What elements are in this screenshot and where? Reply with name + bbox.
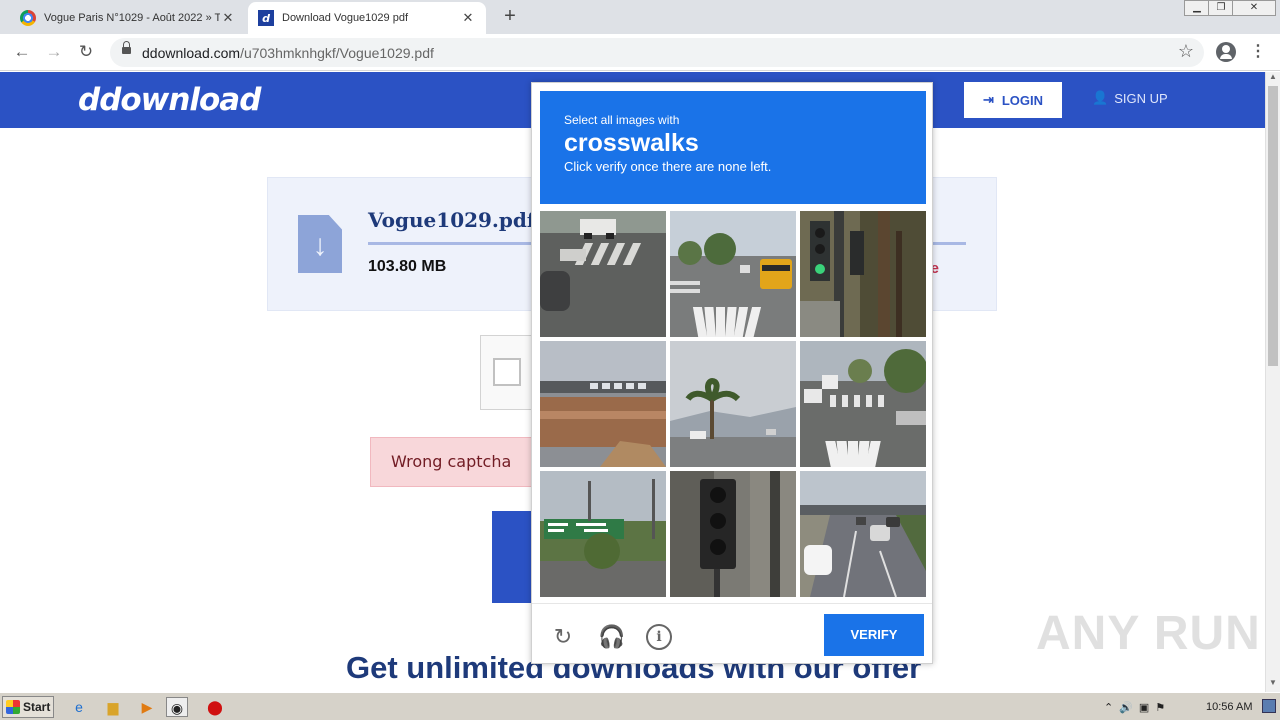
media-player-icon[interactable]: ▶ (136, 697, 158, 717)
profile-avatar-icon[interactable] (1216, 42, 1236, 62)
page-scrollbar[interactable]: ▲ ▼ (1265, 72, 1280, 692)
highway-sign-photo (540, 471, 666, 597)
captcha-tile-9[interactable] (800, 471, 926, 597)
back-button[interactable]: ← (10, 40, 34, 64)
tray-expand-icon[interactable]: ⌃ (1104, 701, 1113, 714)
error-alert: Wrong captcha (370, 437, 540, 487)
site-logo[interactable]: ddownload (78, 82, 261, 118)
tab-download-vogue[interactable]: d Download Vogue1029 pdf ✕ (248, 2, 486, 34)
explorer-folder-icon[interactable]: ▆ (102, 697, 124, 717)
captcha-tile-5[interactable] (670, 341, 796, 467)
traffic-light-photo (670, 471, 796, 597)
file-size: 103.80 MB (368, 258, 447, 275)
highway-traffic-photo (800, 471, 926, 597)
address-bar[interactable]: ddownload.com/u703hmknhgkf/Vogue1029.pdf… (110, 38, 1204, 67)
login-button[interactable]: ⇥ LOGIN (964, 82, 1062, 118)
close-window-button[interactable]: ✕ (1232, 0, 1276, 16)
captcha-tile-6[interactable] (800, 341, 926, 467)
show-desktop-icon[interactable] (1262, 699, 1276, 713)
signup-link[interactable]: 👤 SIGN UP (1092, 90, 1168, 106)
forward-button[interactable]: → (42, 40, 66, 64)
scroll-up-icon[interactable]: ▲ (1266, 72, 1280, 84)
add-user-icon: 👤 (1092, 90, 1109, 105)
file-download-icon (298, 215, 342, 273)
volume-icon[interactable]: 🔊 (1119, 701, 1133, 714)
reload-button[interactable]: ↻ (74, 40, 98, 64)
browser-toolbar: ← → ↻ ddownload.com/u703hmknhgkf/Vogue10… (0, 34, 1280, 71)
traffic-light-photo (800, 211, 926, 337)
windows-taskbar: Start e ▆ ▶ ◉ ⬤ ⌃ 🔊 ▣ ⚑ 10:56 AM (0, 692, 1280, 720)
url-path: /u703hmknhgkf/Vogue1029.pdf (240, 45, 434, 61)
scrollbar-thumb[interactable] (1268, 86, 1278, 366)
ie-icon[interactable]: e (68, 697, 90, 717)
login-icon: ⇥ (982, 92, 994, 107)
url-host: ddownload.com (142, 45, 241, 61)
ddownload-favicon-icon: d (258, 10, 274, 26)
opera-icon[interactable]: ⬤ (204, 697, 226, 717)
tab-title: Vogue Paris N°1029 - Août 2022 » Te (44, 12, 220, 24)
recaptcha-checkbox[interactable] (493, 358, 521, 386)
captcha-prompt: Select all images with (564, 113, 680, 127)
close-tab-icon[interactable]: ✕ (460, 10, 476, 26)
browser-tabstrip: Vogue Paris N°1029 - Août 2022 » Te ✕ d … (0, 0, 1280, 34)
chrome-icon (20, 10, 36, 26)
anyrun-watermark: ANY RUN (1036, 607, 1261, 660)
scroll-down-icon[interactable]: ▼ (1266, 678, 1280, 690)
url-text: ddownload.com/u703hmknhgkf/Vogue1029.pdf (142, 45, 434, 61)
minimize-button[interactable]: ▁ (1184, 0, 1210, 16)
captcha-challenge-dialog: Select all images with crosswalks Click … (531, 82, 933, 664)
close-tab-icon[interactable]: ✕ (220, 10, 236, 26)
login-label: LOGIN (1001, 92, 1044, 108)
info-icon[interactable]: i (646, 624, 672, 650)
network-icon[interactable]: ▣ (1139, 701, 1149, 714)
flag-icon[interactable]: ⚑ (1155, 701, 1165, 714)
clock: 10:56 AM (1206, 701, 1253, 713)
captcha-tile-1[interactable] (540, 211, 666, 337)
captcha-tile-2[interactable] (670, 211, 796, 337)
tab-vogue-paris[interactable]: Vogue Paris N°1029 - Août 2022 » Te ✕ (10, 2, 246, 34)
captcha-header: Select all images with crosswalks Click … (540, 91, 926, 204)
reload-challenge-icon[interactable]: ↻ (550, 624, 576, 650)
captcha-footer: ↻ 🎧 i VERIFY (532, 603, 932, 663)
bookmark-star-icon[interactable]: ☆ (1178, 41, 1194, 62)
captcha-tile-8[interactable] (670, 471, 796, 597)
signup-label: SIGN UP (1114, 90, 1168, 106)
parking-lot-photo (540, 341, 666, 467)
audio-challenge-icon[interactable]: 🎧 (598, 624, 625, 650)
crosswalk-photo (800, 341, 926, 467)
restore-button[interactable]: ❐ (1208, 0, 1234, 16)
captcha-instruction: Click verify once there are none left. (564, 159, 772, 174)
captcha-keyword: crosswalks (564, 129, 699, 157)
start-button[interactable]: Start (2, 696, 54, 718)
verify-button[interactable]: VERIFY (824, 614, 924, 656)
lock-icon (122, 41, 131, 58)
captcha-tile-7[interactable] (540, 471, 666, 597)
street-photo (670, 211, 796, 337)
captcha-tile-4[interactable] (540, 341, 666, 467)
chrome-taskbar-icon[interactable]: ◉ (166, 697, 188, 717)
system-tray: ⌃ 🔊 ▣ ⚑ (1104, 696, 1280, 718)
file-name: Vogue1029.pdf (368, 208, 536, 232)
menu-kebab-icon[interactable]: ⋮ (1250, 41, 1266, 63)
new-tab-button[interactable]: + (498, 5, 522, 29)
start-label: Start (23, 700, 51, 714)
street-photo (540, 211, 666, 337)
tab-title: Download Vogue1029 pdf (282, 12, 408, 24)
captcha-tile-3[interactable] (800, 211, 926, 337)
palm-tree-photo (670, 341, 796, 467)
windows-logo-icon (6, 700, 20, 714)
